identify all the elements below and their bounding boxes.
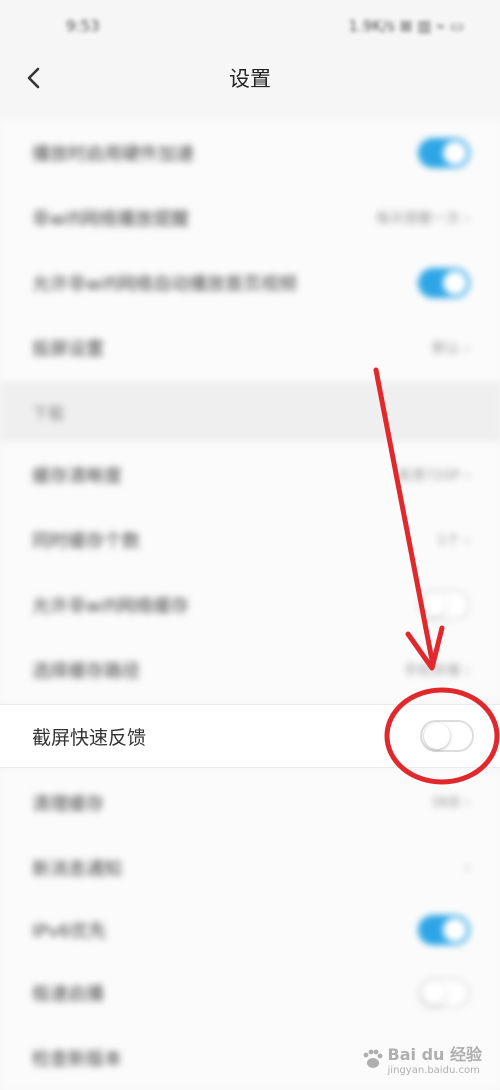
setting-label: 检查新版本	[32, 1048, 122, 1070]
screenshot-feedback-toggle[interactable]	[420, 720, 474, 752]
setting-value: 默认 ›	[431, 340, 470, 357]
toggle-switch[interactable]	[418, 267, 470, 298]
setting-row[interactable]: 新消息通知 ›	[0, 835, 500, 900]
setting-row[interactable]: 播放时启用硬件加速	[0, 120, 500, 185]
back-button[interactable]	[18, 62, 50, 94]
status-indicators: 1.9K/s ⊠ ▥ ⌁ ▭	[348, 17, 464, 35]
setting-row[interactable]: 同时缓存个数 1个 ›	[0, 507, 500, 572]
toggle-switch[interactable]	[418, 914, 470, 945]
status-time: 9:53	[66, 17, 100, 35]
watermark-text: Bai du 经验	[387, 1045, 482, 1064]
setting-label: 允许非wifi网络自动播放首页视频	[32, 273, 298, 295]
setting-label: 允许非wifi网络缓存	[32, 595, 190, 617]
setting-label: 选择缓存路径	[32, 660, 140, 682]
watermark-subtext: jingyan.baidu.com	[387, 1065, 480, 1076]
setting-label: 新消息通知	[32, 858, 122, 880]
screenshot-feedback-label: 截屏快速反馈	[32, 726, 147, 749]
setting-value: 每天提醒一次 ›	[375, 210, 470, 227]
setting-value: 0KB ›	[432, 794, 470, 811]
setting-label: IPv6优先	[32, 920, 107, 942]
setting-label: 投屏设置	[32, 338, 104, 360]
setting-value: 手机存储 ›	[403, 662, 470, 679]
setting-value: ›	[464, 859, 470, 876]
setting-label: 缓存清晰度	[32, 465, 122, 487]
section-header: 下载	[0, 382, 500, 442]
header-bar: 设置	[0, 52, 500, 104]
setting-row[interactable]: 选择缓存路径 手机存储 ›	[0, 637, 500, 702]
setting-value: 高清720P ›	[396, 467, 470, 484]
setting-row[interactable]: 极速启播	[0, 960, 500, 1025]
setting-row[interactable]: 清理缓存 0KB ›	[0, 770, 500, 835]
toggle-switch[interactable]	[418, 589, 470, 620]
status-bar: 9:53 1.9K/s ⊠ ▥ ⌁ ▭	[0, 0, 500, 52]
setting-label: 清理缓存	[32, 793, 104, 815]
page-title: 设置	[229, 67, 271, 91]
setting-label: 非wifi网络播放提醒	[32, 208, 190, 230]
chevron-left-icon	[27, 67, 40, 89]
setting-row[interactable]: IPv6优先	[0, 897, 500, 962]
setting-label: 极速启播	[32, 983, 104, 1005]
toggle-switch[interactable]	[418, 977, 470, 1008]
setting-row[interactable]: 投屏设置 默认 ›	[0, 315, 500, 380]
toggle-switch[interactable]	[418, 137, 470, 168]
setting-value: 1个 ›	[437, 532, 470, 549]
setting-row[interactable]: 允许非wifi网络缓存	[0, 572, 500, 637]
setting-row[interactable]: 允许非wifi网络自动播放首页视频	[0, 250, 500, 315]
watermark: Bai du 经验 jingyan.baidu.com	[360, 1041, 482, 1076]
setting-label: 同时缓存个数	[32, 530, 140, 552]
paw-icon	[363, 1049, 382, 1068]
screenshot-feedback-row[interactable]: 截屏快速反馈	[0, 704, 500, 768]
setting-row[interactable]: 缓存清晰度 高清720P ›	[0, 442, 500, 507]
setting-row[interactable]: 非wifi网络播放提醒 每天提醒一次 ›	[0, 185, 500, 250]
setting-label: 播放时启用硬件加速	[32, 143, 194, 165]
